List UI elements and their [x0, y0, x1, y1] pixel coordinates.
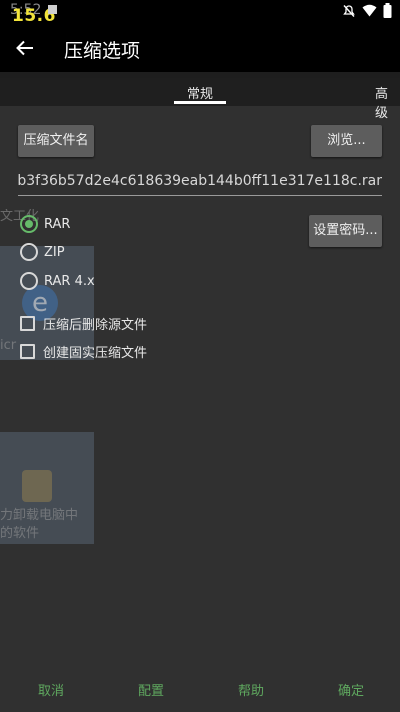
browse-button[interactable]: 浏览...	[311, 125, 382, 157]
delete-after-compress-checkbox[interactable]: 压缩后删除源文件	[20, 313, 147, 333]
radio-button	[20, 243, 38, 261]
battery-icon	[383, 3, 392, 18]
background-text: 力卸载电脑中	[0, 508, 79, 523]
radio-button-checked	[20, 215, 38, 233]
background-text: 的软件	[0, 526, 40, 541]
radio-rar[interactable]: RAR	[18, 213, 70, 235]
page-title: 压缩选项	[64, 40, 141, 62]
set-password-button[interactable]: 设置密码...	[309, 215, 382, 247]
radio-button	[20, 272, 38, 290]
radio-label: RAR 4.x	[44, 273, 95, 289]
help-button[interactable]: 帮助	[238, 680, 264, 699]
checkbox	[20, 343, 35, 359]
checkbox-label: 创建固实压缩文件	[43, 345, 148, 361]
checkbox	[20, 315, 35, 331]
archive-name-button[interactable]: 压缩文件名	[18, 125, 94, 157]
tab-advanced[interactable]: 高级	[375, 83, 400, 121]
filename-value: b3f36b57d2e4c618639eab144b0ff11e317e118c…	[18, 173, 382, 189]
background-text: icr	[0, 338, 17, 353]
status-icons	[342, 3, 392, 18]
checkbox-label: 压缩后删除源文件	[43, 317, 148, 333]
radio-label: ZIP	[44, 244, 65, 260]
radio-label: RAR	[44, 216, 71, 232]
wifi-icon	[362, 4, 377, 17]
tab-indicator	[174, 101, 226, 104]
filename-input[interactable]: b3f36b57d2e4c618639eab144b0ff11e317e118c…	[18, 168, 382, 196]
radio-rar4[interactable]: RAR 4.x	[18, 270, 95, 292]
recycle-bin-icon	[22, 470, 52, 502]
ok-button[interactable]: 确定	[338, 680, 364, 699]
radio-zip[interactable]: ZIP	[18, 241, 65, 263]
tab-bar: 常规 高级	[0, 78, 400, 121]
status-bar: 5:52 15.6	[0, 0, 400, 26]
back-arrow-icon[interactable]	[14, 37, 36, 59]
app-bar: 压缩选项	[0, 26, 400, 72]
solid-archive-checkbox[interactable]: 创建固实压缩文件	[20, 341, 147, 361]
cancel-button[interactable]: 取消	[38, 680, 64, 699]
tab-general[interactable]: 常规	[187, 83, 213, 102]
notification-icon	[48, 5, 57, 14]
config-button[interactable]: 配置	[138, 680, 164, 699]
mute-icon	[343, 4, 355, 17]
